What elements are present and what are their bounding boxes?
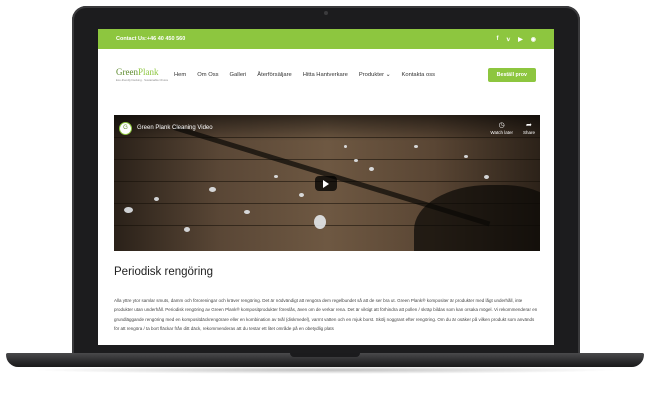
water-splash: [314, 215, 326, 229]
water-splash: [274, 175, 278, 178]
play-icon: [323, 179, 329, 188]
laptop-screen: Contact Us:+46 40 450 560 f 𝕧 ▶ ◉ GreenP…: [98, 29, 554, 345]
watch-later-button[interactable]: ◷ Watch later: [490, 122, 513, 135]
nav-menu: Hem Om Oss Galleri Återförsäljare Hitta …: [174, 72, 488, 78]
logo-tagline: Eco-friendly Decking · Sustainable Choic…: [116, 78, 169, 82]
water-splash: [464, 155, 468, 158]
water-splash: [354, 159, 358, 162]
water-splash: [484, 175, 489, 179]
chevron-down-icon: ⌄: [385, 72, 391, 78]
contact-text: Contact Us:+46 40 450 560: [116, 36, 186, 42]
nav-item-galleri[interactable]: Galleri: [230, 72, 247, 78]
camera: [324, 11, 328, 15]
water-splash: [124, 207, 133, 213]
water-splash: [414, 145, 418, 148]
twitter-icon[interactable]: 𝕧: [506, 36, 510, 43]
laptop-shadow: [30, 366, 620, 374]
youtube-icon[interactable]: ▶: [518, 36, 523, 43]
play-button[interactable]: [315, 176, 337, 191]
instagram-icon[interactable]: ◉: [531, 36, 536, 43]
nav-item-aterforsaljare[interactable]: Återförsäljare: [257, 72, 291, 78]
channel-logo-icon[interactable]: G: [119, 121, 132, 135]
nav-item-produkter[interactable]: Produkter ⌄: [359, 72, 391, 78]
nav-item-om-oss[interactable]: Om Oss: [197, 72, 218, 78]
share-button[interactable]: ➦ Share: [523, 122, 535, 135]
share-icon: ➦: [526, 121, 532, 129]
plank-seam: [114, 159, 540, 160]
water-splash: [344, 145, 347, 148]
social-links: f 𝕧 ▶ ◉: [496, 36, 536, 43]
contact-bar: Contact Us:+46 40 450 560 f 𝕧 ▶ ◉: [98, 29, 554, 49]
facebook-icon[interactable]: f: [496, 36, 498, 43]
order-sample-button[interactable]: Beställ prov: [487, 68, 536, 82]
video-header: G Green Plank Cleaning Video ◷ Watch late…: [114, 115, 540, 141]
body-paragraph: Alla yttre ytor samlar smuts, damm och f…: [114, 298, 538, 331]
water-splash: [154, 197, 159, 201]
logo-wordmark: GreenPlank: [116, 67, 159, 77]
video-title[interactable]: Green Plank Cleaning Video: [137, 125, 490, 131]
water-splash: [369, 167, 374, 171]
base-notch: [290, 353, 360, 357]
person-shadow: [414, 185, 540, 251]
water-splash: [209, 187, 216, 192]
nav-item-hitta-hantverkare[interactable]: Hitta Hantverkare: [303, 72, 348, 78]
water-splash: [299, 193, 304, 197]
video-controls: ◷ Watch later ➦ Share: [490, 122, 535, 135]
logo[interactable]: GreenPlank Eco-friendly Decking · Sustai…: [116, 67, 168, 83]
main-nav: GreenPlank Eco-friendly Decking · Sustai…: [98, 49, 554, 101]
laptop-base: [6, 353, 644, 367]
page-heading: Periodisk rengöring: [114, 266, 214, 278]
nav-item-hem[interactable]: Hem: [174, 72, 186, 78]
water-splash: [184, 227, 190, 232]
water-splash: [244, 210, 250, 214]
clock-icon: ◷: [498, 121, 505, 129]
nav-item-kontakta-oss[interactable]: Kontakta oss: [402, 72, 436, 78]
video-player[interactable]: G Green Plank Cleaning Video ◷ Watch late…: [114, 115, 540, 251]
